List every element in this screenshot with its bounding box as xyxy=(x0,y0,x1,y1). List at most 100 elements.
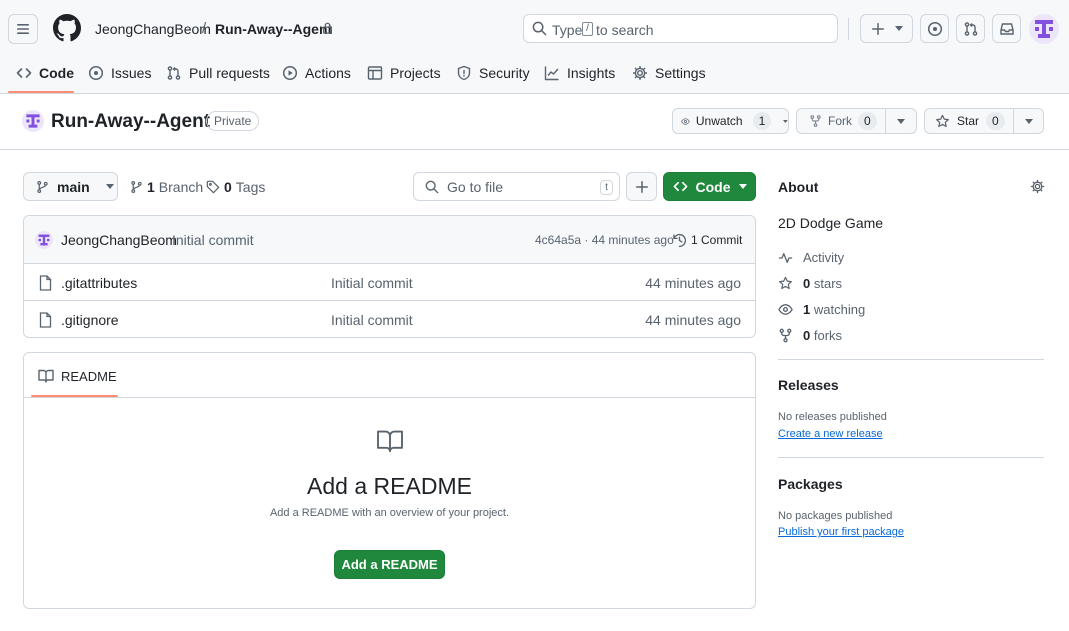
star-count: 0 xyxy=(986,112,1005,130)
commit-author[interactable]: JeongChangBeom xyxy=(61,232,177,248)
file-name[interactable]: .gitattributes xyxy=(61,275,137,291)
star-icon xyxy=(779,276,792,290)
triangle-down-icon xyxy=(738,184,747,189)
go-to-file-shortcut: t xyxy=(600,180,613,195)
add-file-button[interactable] xyxy=(626,172,657,201)
forks-link[interactable]: 0 forks xyxy=(778,327,842,344)
star-button[interactable]: Star 0 xyxy=(924,108,1014,134)
file-name[interactable]: .gitignore xyxy=(61,312,119,328)
file-commit-message[interactable]: Initial commit xyxy=(331,275,413,291)
code-dropdown-button[interactable]: Code xyxy=(663,172,756,201)
plus-icon xyxy=(871,22,884,35)
readme-tab-label: README xyxy=(61,368,117,384)
star-lists-button[interactable] xyxy=(1013,108,1044,134)
issues-button[interactable] xyxy=(920,14,949,43)
eye-icon xyxy=(778,304,793,315)
graph-icon xyxy=(544,66,559,81)
shield-icon xyxy=(457,65,471,81)
branch-selector[interactable]: main xyxy=(23,172,118,201)
tab-label: Pull requests xyxy=(189,65,270,81)
tab-actions[interactable]: Actions xyxy=(282,56,351,90)
create-release-link[interactable]: Create a new release xyxy=(778,428,883,440)
releases-empty-text: No releases published xyxy=(778,411,887,423)
eye-icon xyxy=(681,117,690,125)
gear-icon xyxy=(633,66,647,80)
breadcrumb-owner[interactable]: JeongChangBeom xyxy=(95,21,211,37)
pull-requests-button[interactable] xyxy=(956,14,985,43)
latest-commit-bar: JeongChangBeom Initial commit 4c64a5a · … xyxy=(24,216,755,264)
file-commit-message[interactable]: Initial commit xyxy=(331,312,413,328)
file-list: JeongChangBeom Initial commit 4c64a5a · … xyxy=(23,215,756,338)
inbox-button[interactable] xyxy=(992,14,1021,43)
watching-link[interactable]: 1 watching xyxy=(778,301,865,318)
branches-link[interactable]: 1 Branch xyxy=(130,172,203,201)
file-icon xyxy=(39,275,52,291)
lock-icon xyxy=(323,22,332,34)
tag-label: Tags xyxy=(235,178,266,195)
branch-label: Branch xyxy=(158,178,204,195)
go-to-file-input[interactable]: Go to file t xyxy=(413,172,620,201)
repo-owner-avatar[interactable] xyxy=(22,110,44,132)
watching-label: watching xyxy=(813,302,866,317)
fork-button[interactable]: Fork 0 xyxy=(796,108,886,134)
tags-link[interactable]: 0 Tags xyxy=(206,172,265,201)
tab-settings[interactable]: Settings xyxy=(632,56,706,90)
visibility-badge: Private xyxy=(206,111,260,131)
create-new-button[interactable] xyxy=(860,14,913,43)
user-avatar[interactable] xyxy=(1029,14,1059,44)
code-button-label: Code xyxy=(695,178,731,195)
add-readme-button[interactable]: Add a README xyxy=(334,550,445,579)
inbox-icon xyxy=(999,22,1014,35)
tab-pull-requests[interactable]: Pull requests xyxy=(166,56,270,90)
book-icon xyxy=(377,430,403,453)
releases-heading[interactable]: Releases xyxy=(778,377,839,393)
repo-title[interactable]: Run-Away--Agent xyxy=(51,111,210,133)
app-header: JeongChangBeom / Run-Away--Agent Type / … xyxy=(0,0,1069,94)
commit-message[interactable]: Initial commit xyxy=(172,232,254,248)
header-divider xyxy=(848,18,849,40)
activity-link[interactable]: Activity xyxy=(778,249,844,266)
triangle-down-icon xyxy=(1024,118,1033,124)
breadcrumb-repo[interactable]: Run-Away--Agent xyxy=(215,21,332,37)
tab-label: Insights xyxy=(567,65,616,81)
git-branch-icon xyxy=(37,180,48,193)
about-settings-button[interactable] xyxy=(1029,178,1045,194)
code-icon xyxy=(673,181,687,192)
stars-link[interactable]: 0 stars xyxy=(778,275,842,292)
commit-hash-time[interactable]: 4c64a5a · 44 minutes ago xyxy=(535,233,674,247)
tab-selected-underline xyxy=(8,91,74,93)
file-row[interactable]: .gitattributes Initial commit 44 minutes… xyxy=(24,264,755,301)
menu-button[interactable] xyxy=(8,14,38,44)
commit-history-link[interactable]: 1 Commit xyxy=(672,231,742,249)
table-icon xyxy=(367,66,383,80)
hamburger-icon xyxy=(17,24,29,34)
commit-author-avatar[interactable] xyxy=(35,231,53,249)
triangle-down-icon xyxy=(894,26,903,31)
file-commit-time: 44 minutes ago xyxy=(645,312,741,328)
tab-projects[interactable]: Projects xyxy=(367,56,441,90)
releases-divider xyxy=(778,359,1044,360)
unwatch-label: Unwatch xyxy=(695,114,743,128)
readme-empty-description: Add a README with an overview of your pr… xyxy=(269,507,510,519)
tab-insights[interactable]: Insights xyxy=(544,56,615,90)
watch-count: 1 xyxy=(752,112,772,130)
pulse-icon xyxy=(778,252,793,263)
fork-count: 0 xyxy=(858,112,877,130)
unwatch-button[interactable]: Unwatch 1 xyxy=(672,108,789,134)
publish-package-link[interactable]: Publish your first package xyxy=(778,526,904,538)
packages-heading[interactable]: Packages xyxy=(778,476,843,492)
tab-security[interactable]: Security xyxy=(456,56,530,90)
star-label: Star xyxy=(957,114,980,128)
issue-opened-icon xyxy=(88,65,104,81)
forks-label: forks xyxy=(813,328,843,343)
fork-dropdown-button[interactable] xyxy=(885,108,917,134)
tab-code[interactable]: Code xyxy=(16,56,74,90)
readme-tab[interactable]: README xyxy=(38,367,117,385)
gear-icon xyxy=(1030,179,1044,193)
tab-issues[interactable]: Issues xyxy=(88,56,151,90)
file-row[interactable]: .gitignore Initial commit 44 minutes ago xyxy=(24,301,755,337)
stars-count: 0 xyxy=(803,276,811,291)
github-logo[interactable] xyxy=(53,14,81,42)
search-input[interactable]: Type / to search xyxy=(523,14,838,43)
git-pull-request-icon xyxy=(964,21,977,36)
